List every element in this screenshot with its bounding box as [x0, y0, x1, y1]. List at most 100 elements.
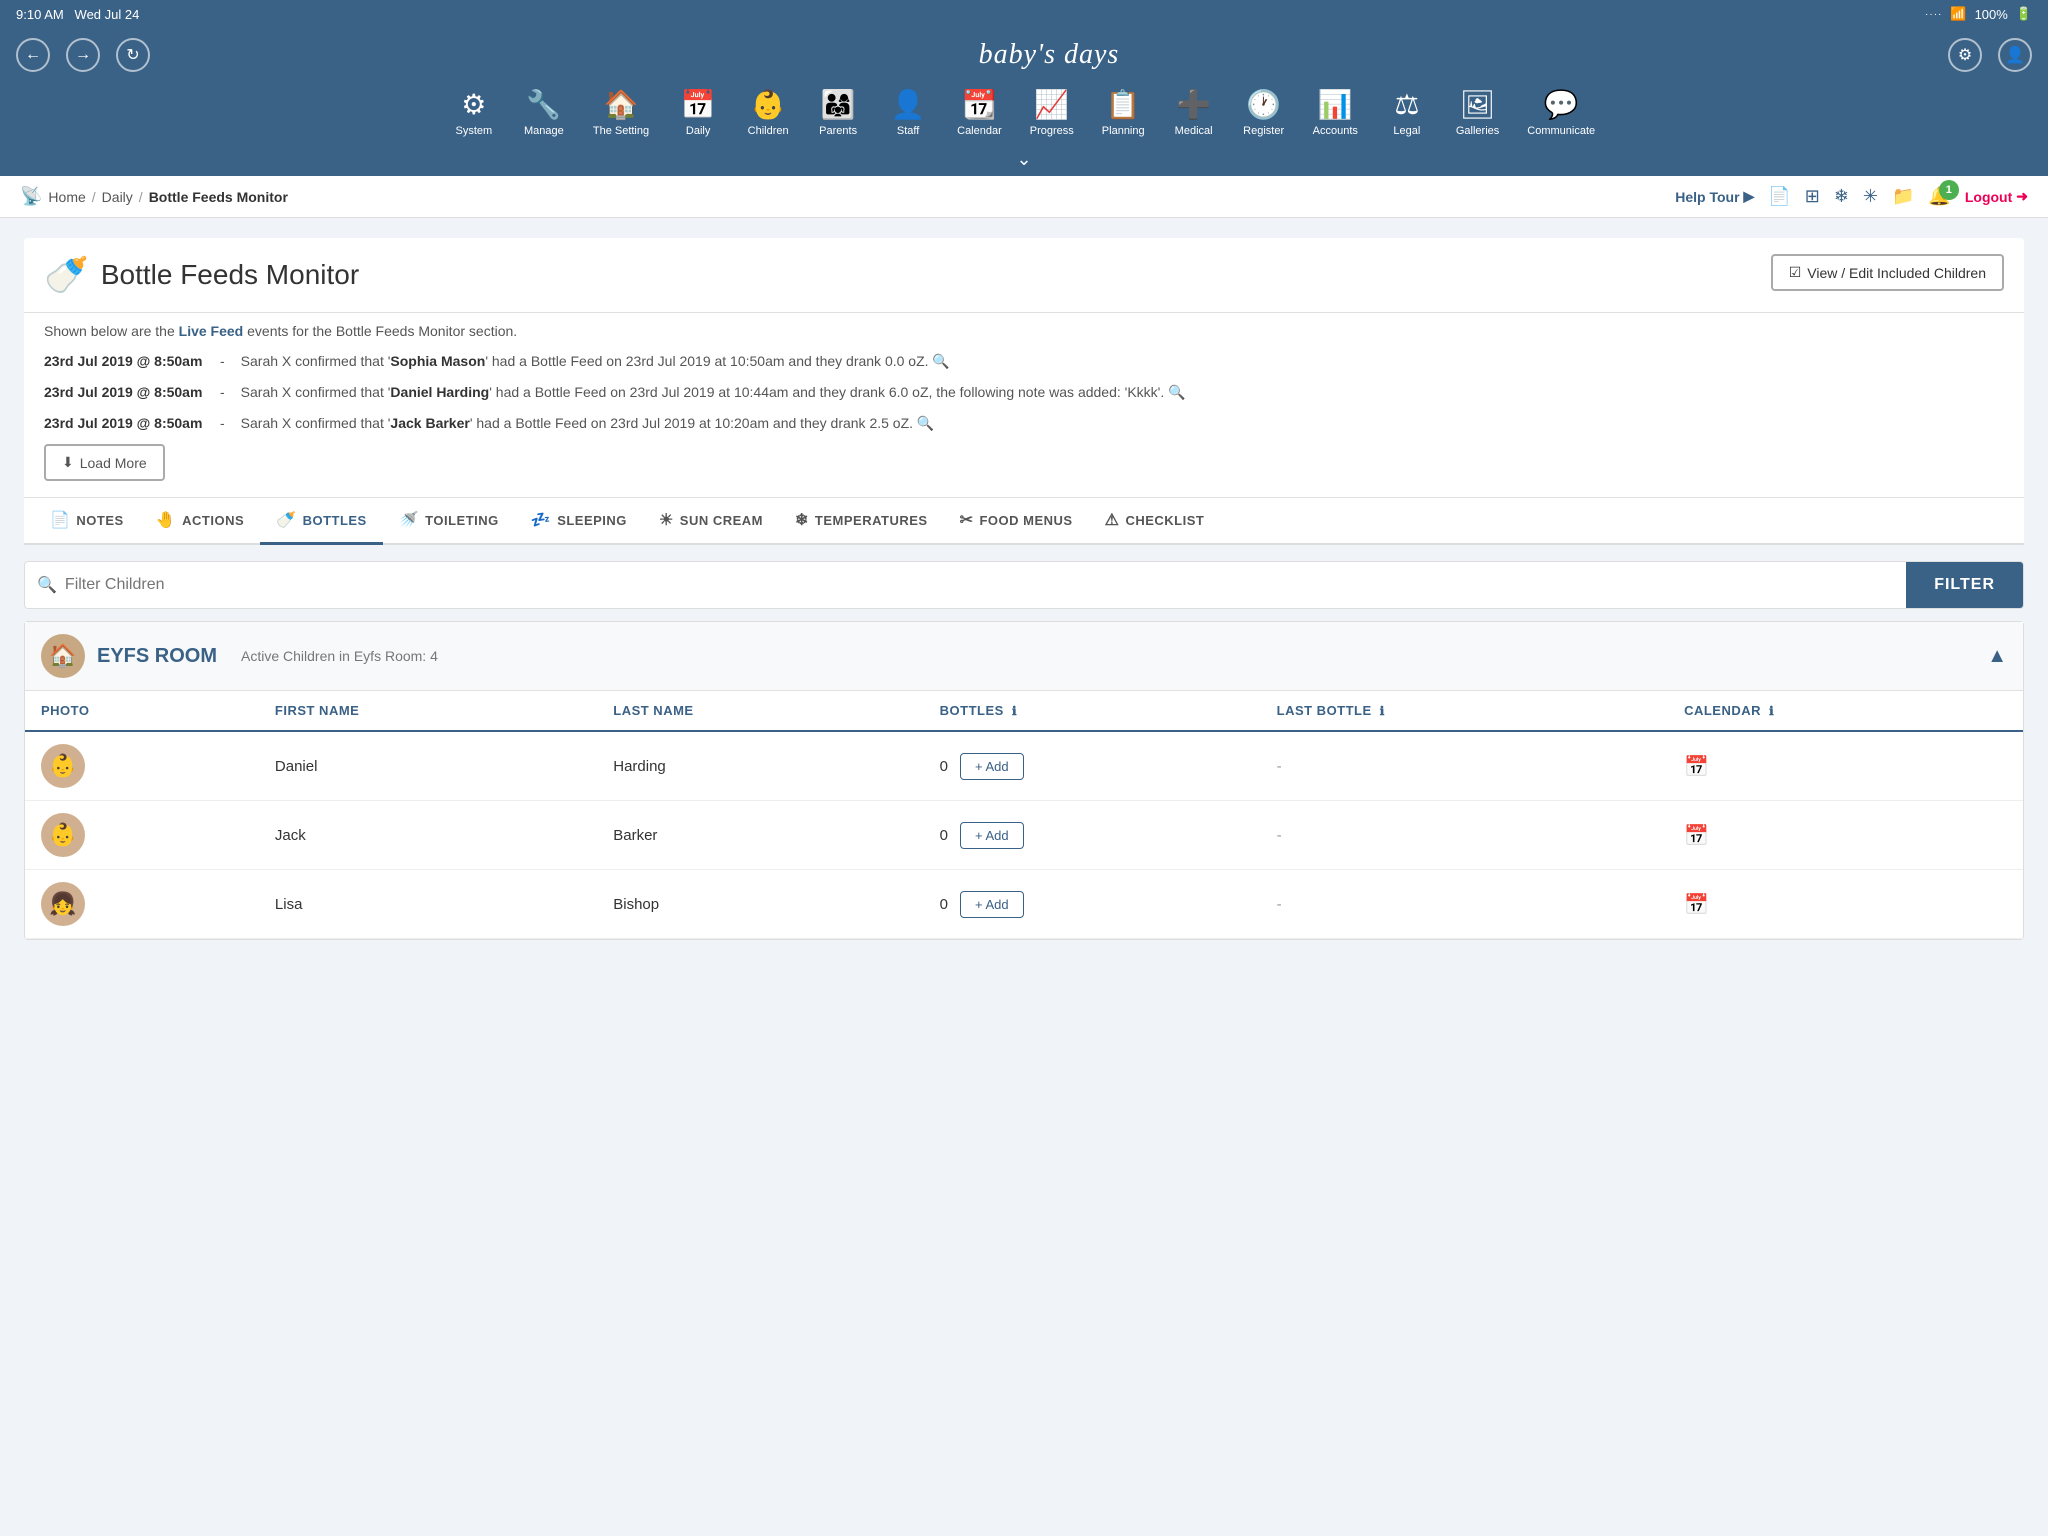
tab-temperatures[interactable]: ❄ TEMPERATURES [779, 498, 944, 545]
feed-text-2-after: ' had a Bottle Feed on 23rd Jul 2019 at … [489, 384, 1164, 400]
folder-icon[interactable]: 📁 [1892, 186, 1914, 207]
menu-item-the-setting[interactable]: 🏠 The Setting [579, 82, 663, 147]
register-icon: 🕐 [1246, 88, 1281, 121]
menu-item-galleries[interactable]: 🖼 Galleries [1442, 82, 1513, 147]
tab-toileting[interactable]: 🚿 TOILETING [383, 498, 515, 545]
load-more-button[interactable]: ⬇ Load More [44, 444, 165, 481]
menu-item-progress[interactable]: 📈 Progress [1016, 82, 1088, 147]
menu-label-calendar: Calendar [957, 125, 1002, 137]
user-button[interactable]: 👤 [1998, 38, 2032, 72]
breadcrumb: 📡 Home / Daily / Bottle Feeds Monitor [20, 186, 288, 207]
manage-icon: 🔧 [526, 88, 561, 121]
page-header: 🍼 Bottle Feeds Monitor ☑ View / Edit Inc… [24, 238, 2024, 313]
tab-notes[interactable]: 📄 NOTES [34, 498, 140, 545]
breadcrumb-home[interactable]: Home [48, 189, 85, 205]
feed-child-name-2: Daniel Harding [390, 384, 489, 400]
menu-label-parents: Parents [819, 125, 857, 137]
last-bottle-value-2: - [1277, 827, 1282, 844]
tab-actions[interactable]: 🤚 ACTIONS [140, 498, 260, 545]
tab-sun-cream[interactable]: ☀ SUN CREAM [643, 498, 779, 545]
document-icon[interactable]: 📄 [1768, 186, 1790, 207]
tab-food-menus[interactable]: ✂ FOOD MENUS [944, 498, 1089, 545]
add-bottle-button-2[interactable]: + Add [960, 822, 1024, 849]
table-header-row: PHOTO FIRST NAME LAST NAME BOTTLES ℹ LAS… [25, 691, 2023, 731]
menu-item-medical[interactable]: ➕ Medical [1159, 82, 1229, 147]
bottle-count-3: 0 [940, 896, 948, 913]
medical-icon: ➕ [1176, 88, 1211, 121]
child-last-bottle-1: - [1261, 731, 1668, 801]
menu-item-register[interactable]: 🕐 Register [1229, 82, 1299, 147]
menu-item-planning[interactable]: 📋 Planning [1088, 82, 1159, 147]
live-feed-link[interactable]: Live Feed [179, 323, 244, 339]
add-bottle-button-3[interactable]: + Add [960, 891, 1024, 918]
forward-button[interactable]: → [66, 38, 100, 72]
menu-item-calendar[interactable]: 📆 Calendar [943, 82, 1016, 147]
menu-item-system[interactable]: ⚙ System [439, 82, 509, 147]
refresh-button[interactable]: ↻ [116, 38, 150, 72]
tab-notes-label: NOTES [76, 513, 123, 528]
collapse-menu-button[interactable]: ⌄ [996, 147, 1051, 176]
sun-cream-tab-icon: ☀ [659, 510, 674, 530]
child-bottles-1: 0 + Add [924, 731, 1261, 801]
bottles-cell-1: 0 + Add [940, 753, 1245, 780]
wifi-icon: 📶 [1950, 6, 1966, 22]
child-photo-cell-2: 👶 [25, 801, 259, 870]
menu-item-communicate[interactable]: 💬 Communicate [1513, 82, 1609, 147]
col-header-lastname: LAST NAME [597, 691, 923, 731]
tabs-row: 📄 NOTES 🤚 ACTIONS 🍼 BOTTLES 🚿 TOILETING … [24, 498, 2024, 545]
feed-search-icon-2[interactable]: 🔍 [1168, 384, 1185, 400]
room-collapse-button[interactable]: ▲ [1987, 645, 2007, 668]
calendar-icon-2[interactable]: 📅 [1684, 825, 1709, 847]
filter-input[interactable] [65, 562, 1894, 608]
bottles-cell-2: 0 + Add [940, 822, 1245, 849]
asterisk-icon[interactable]: ✳ [1863, 186, 1878, 207]
logout-button[interactable]: Logout ➜ [1965, 188, 2028, 205]
child-bottles-2: 0 + Add [924, 801, 1261, 870]
feed-dash-3: - [220, 413, 225, 434]
top-navigation: ← → ↻ baby's days ⚙ 👤 ⚙ System 🔧 Manage … [0, 28, 2048, 147]
snowflake-icon[interactable]: ❄ [1834, 186, 1849, 207]
menu-item-manage[interactable]: 🔧 Manage [509, 82, 579, 147]
menu-item-daily[interactable]: 📅 Daily [663, 82, 733, 147]
filter-input-wrap: 🔍 [25, 562, 1906, 608]
notes-tab-icon: 📄 [50, 510, 70, 530]
view-edit-children-button[interactable]: ☑ View / Edit Included Children [1771, 254, 2004, 291]
tab-bottles-label: BOTTLES [303, 513, 367, 528]
menu-item-legal[interactable]: ⚖ Legal [1372, 82, 1442, 147]
bottles-info-icon[interactable]: ℹ [1012, 704, 1017, 718]
col-header-photo: PHOTO [25, 691, 259, 731]
load-more-arrow-icon: ⬇ [62, 454, 74, 471]
temperatures-tab-icon: ❄ [795, 510, 809, 530]
status-time: 9:10 AM Wed Jul 24 [16, 7, 139, 22]
bottle-icon: 🍼 [44, 254, 89, 296]
breadcrumb-current: Bottle Feeds Monitor [149, 189, 288, 205]
feed-search-icon-1[interactable]: 🔍 [932, 353, 949, 369]
menu-item-children[interactable]: 👶 Children [733, 82, 803, 147]
settings-button[interactable]: ⚙ [1948, 38, 1982, 72]
add-bottle-button-1[interactable]: + Add [960, 753, 1024, 780]
tab-sleeping[interactable]: 💤 SLEEPING [515, 498, 643, 545]
calendar-info-icon[interactable]: ℹ [1769, 704, 1774, 718]
feed-dash-1: - [220, 351, 225, 372]
tab-checklist[interactable]: ⚠ CHECKLIST [1089, 498, 1221, 545]
grid-icon[interactable]: ⊞ [1805, 186, 1820, 207]
calendar-icon-1[interactable]: 📅 [1684, 756, 1709, 778]
calendar-icon-3[interactable]: 📅 [1684, 894, 1709, 916]
filter-button[interactable]: FILTER [1906, 562, 2023, 608]
menu-item-parents[interactable]: 👨‍👩‍👧 Parents [803, 82, 873, 147]
feed-search-icon-3[interactable]: 🔍 [917, 415, 934, 431]
back-button[interactable]: ← [16, 38, 50, 72]
room-avatar: 🏠 [41, 634, 85, 678]
menu-item-accounts[interactable]: 📊 Accounts [1299, 82, 1372, 147]
checklist-tab-icon: ⚠ [1105, 510, 1120, 530]
breadcrumb-sep1: / [92, 189, 96, 205]
help-tour-button[interactable]: Help Tour ▶ [1675, 188, 1754, 205]
feed-entry-2: 23rd Jul 2019 @ 8:50am - Sarah X confirm… [44, 382, 2004, 403]
room-active-count: Active Children in Eyfs Room: 4 [241, 648, 438, 664]
tab-bottles[interactable]: 🍼 BOTTLES [260, 498, 383, 545]
children-table: PHOTO FIRST NAME LAST NAME BOTTLES ℹ LAS… [25, 691, 2023, 939]
child-firstname-1: Daniel [259, 731, 597, 801]
last-bottle-info-icon[interactable]: ℹ [1380, 704, 1385, 718]
menu-item-staff[interactable]: 👤 Staff [873, 82, 943, 147]
breadcrumb-daily[interactable]: Daily [102, 189, 133, 205]
